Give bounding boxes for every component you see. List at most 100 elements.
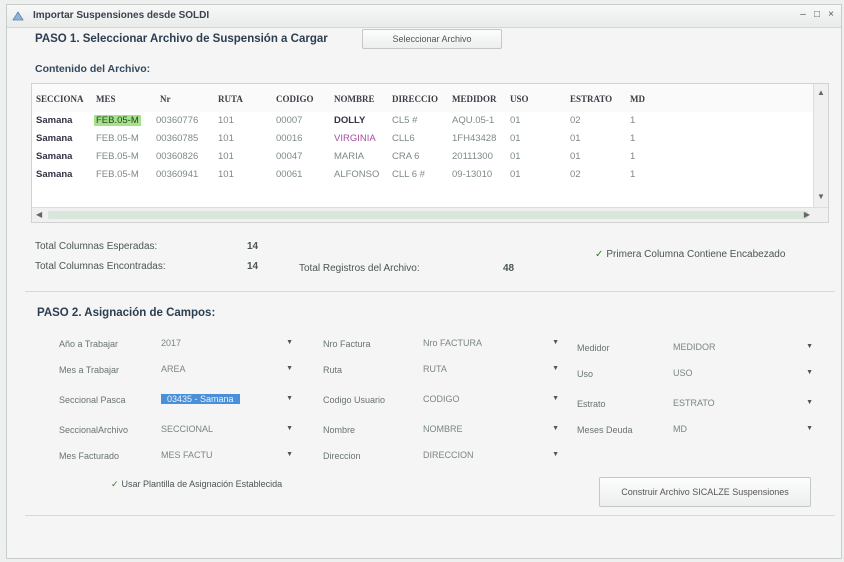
col-header-secciona[interactable]: SECCIONA — [36, 94, 84, 104]
cell: 20111300 — [452, 151, 493, 162]
checkmark-icon: ✓ — [111, 479, 119, 489]
cell: 01 — [510, 115, 521, 126]
col-header-nombre[interactable]: NOMBRE — [334, 94, 375, 104]
total-records-label: Total Registros del Archivo: — [299, 263, 420, 274]
cell: 02 — [570, 169, 581, 180]
table-row[interactable]: Samana FEB.05-M 00360941 101 00061 ALFON… — [32, 166, 828, 184]
field-label: Nombre — [323, 425, 356, 435]
seccional-archivo-value: SECCIONAL — [161, 424, 214, 434]
cell: 09-13010 — [452, 169, 493, 180]
cell: 01 — [570, 151, 581, 162]
seccional-archivo-select[interactable]: SECCIONAL ▼ — [157, 421, 293, 437]
found-columns-value: 14 — [247, 261, 259, 272]
chevron-down-icon: ▼ — [552, 451, 559, 458]
cell: 00360826 — [156, 151, 199, 162]
header-checkbox[interactable]: ✓ Primera Columna Contiene Encabezado — [595, 249, 785, 260]
table-row[interactable]: Samana FEB.05-M 00360776 101 00007 DOLLY… — [32, 112, 828, 130]
field-label: Mes Facturado — [59, 451, 120, 461]
chevron-down-icon: ▼ — [286, 395, 293, 402]
nro-factura-select[interactable]: Nro FACTURA ▼ — [419, 335, 559, 351]
col-header-md[interactable]: MD — [630, 94, 645, 104]
estrato-select[interactable]: ESTRATO ▼ — [669, 395, 813, 411]
field-label: Medidor — [577, 343, 610, 353]
field-label: Ruta — [323, 365, 343, 375]
codigo-usuario-select[interactable]: CODIGO ▼ — [419, 391, 559, 407]
nro-factura-value: Nro FACTURA — [423, 338, 483, 348]
chevron-down-icon: ▼ — [806, 343, 813, 350]
seccional-pasca-select[interactable]: 03435 - Samana ▼ — [157, 391, 293, 407]
cell: 1FH43428 — [452, 133, 497, 144]
scroll-up-icon[interactable]: ▲ — [817, 88, 825, 97]
minimize-icon[interactable]: – — [797, 9, 809, 21]
horizontal-scroll-thumb[interactable] — [48, 211, 808, 219]
cell: 101 — [218, 133, 234, 144]
cell: FEB.05-M — [96, 169, 139, 180]
scroll-down-icon[interactable]: ▼ — [817, 192, 825, 201]
table-row[interactable]: Samana FEB.05-M 00360785 101 00016 VIRGI… — [32, 130, 828, 148]
col-header-codigo[interactable]: CODIGO — [276, 94, 314, 104]
cell: Samana — [36, 169, 73, 180]
file-content-grid[interactable]: SECCIONA MES Nr RUTA CODIGO NOMBRE DIREC… — [31, 83, 829, 223]
vertical-scrollbar[interactable]: ▲ ▼ — [813, 84, 828, 210]
month-select[interactable]: AREA ▼ — [157, 361, 293, 377]
cell: ALFONSO — [334, 169, 380, 180]
found-columns-label: Total Columnas Encontradas: — [35, 261, 166, 272]
cell: CLL 6 # — [392, 169, 425, 180]
mes-facturado-select[interactable]: MES FACTU ▼ — [157, 447, 293, 463]
step1-title: PASO 1. Seleccionar Archivo de Suspensió… — [35, 33, 328, 45]
scroll-left-icon[interactable]: ◀ — [36, 210, 42, 219]
total-records-value: 48 — [503, 263, 515, 274]
field-label: Estrato — [577, 399, 606, 409]
col-header-uso[interactable]: USO — [510, 94, 529, 104]
cell: 00007 — [276, 115, 303, 126]
chevron-down-icon: ▼ — [552, 425, 559, 432]
uso-select[interactable]: USO ▼ — [669, 365, 813, 381]
col-header-medidor[interactable]: MEDIDOR — [452, 94, 497, 104]
col-header-estrato[interactable]: ESTRATO — [570, 94, 612, 104]
grid-header: SECCIONA MES Nr RUTA CODIGO NOMBRE DIREC… — [32, 84, 828, 112]
field-label: Meses Deuda — [577, 425, 633, 435]
header-checkbox-label: Primera Columna Contiene Encabezado — [606, 249, 786, 260]
scroll-right-icon[interactable]: ▶ — [804, 210, 810, 219]
col-header-ruta[interactable]: RUTA — [218, 94, 243, 104]
ruta-select[interactable]: RUTA ▼ — [419, 361, 559, 377]
build-file-button[interactable]: Construir Archivo SICALZE Suspensiones — [599, 477, 811, 507]
chevron-down-icon: ▼ — [552, 395, 559, 402]
seccional-pasca-value: 03435 - Samana — [161, 394, 240, 404]
field-label: Uso — [577, 369, 594, 379]
meses-deuda-select[interactable]: MD ▼ — [669, 421, 813, 437]
cell: Samana — [36, 133, 73, 144]
direccion-select[interactable]: DIRECCION ▼ — [419, 447, 559, 463]
meses-deuda-value: MD — [673, 424, 687, 434]
col-header-nr[interactable]: Nr — [160, 94, 171, 104]
cell: CRA 6 — [392, 151, 420, 162]
cell: 00047 — [276, 151, 303, 162]
cell: FEB.05-M — [96, 133, 139, 144]
col-header-mes[interactable]: MES — [96, 94, 116, 104]
bottom-divider — [25, 515, 835, 516]
year-select[interactable]: 2017 ▼ — [157, 335, 293, 351]
nombre-select[interactable]: NOMBRE ▼ — [419, 421, 559, 437]
horizontal-scrollbar[interactable]: ◀ ▶ — [32, 207, 828, 222]
field-label: Seccional Pasca — [59, 395, 126, 405]
close-icon[interactable]: × — [825, 9, 837, 21]
cell: 01 — [510, 133, 521, 144]
codigo-usuario-value: CODIGO — [423, 394, 460, 404]
uso-value: USO — [673, 368, 693, 378]
chevron-down-icon: ▼ — [806, 369, 813, 376]
nombre-value: NOMBRE — [423, 424, 463, 434]
mes-facturado-value: MES FACTU — [161, 450, 213, 460]
cell: 1 — [630, 169, 636, 180]
template-checkbox[interactable]: ✓ Usar Plantilla de Asignación Establecid… — [111, 479, 282, 490]
table-row[interactable]: Samana FEB.05-M 00360826 101 00047 MARIA… — [32, 148, 828, 166]
expected-columns-value: 14 — [247, 241, 259, 252]
cell: DOLLY — [334, 115, 366, 126]
cell: Samana — [36, 115, 73, 126]
chevron-down-icon: ▼ — [806, 425, 813, 432]
select-file-button[interactable]: Seleccionar Archivo — [362, 29, 502, 49]
col-header-direccio[interactable]: DIRECCIO — [392, 94, 438, 104]
maximize-icon[interactable]: □ — [811, 9, 823, 21]
checkmark-icon: ✓ — [595, 249, 604, 260]
field-label: Mes a Trabajar — [59, 365, 120, 375]
medidor-select[interactable]: MEDIDOR ▼ — [669, 339, 813, 355]
